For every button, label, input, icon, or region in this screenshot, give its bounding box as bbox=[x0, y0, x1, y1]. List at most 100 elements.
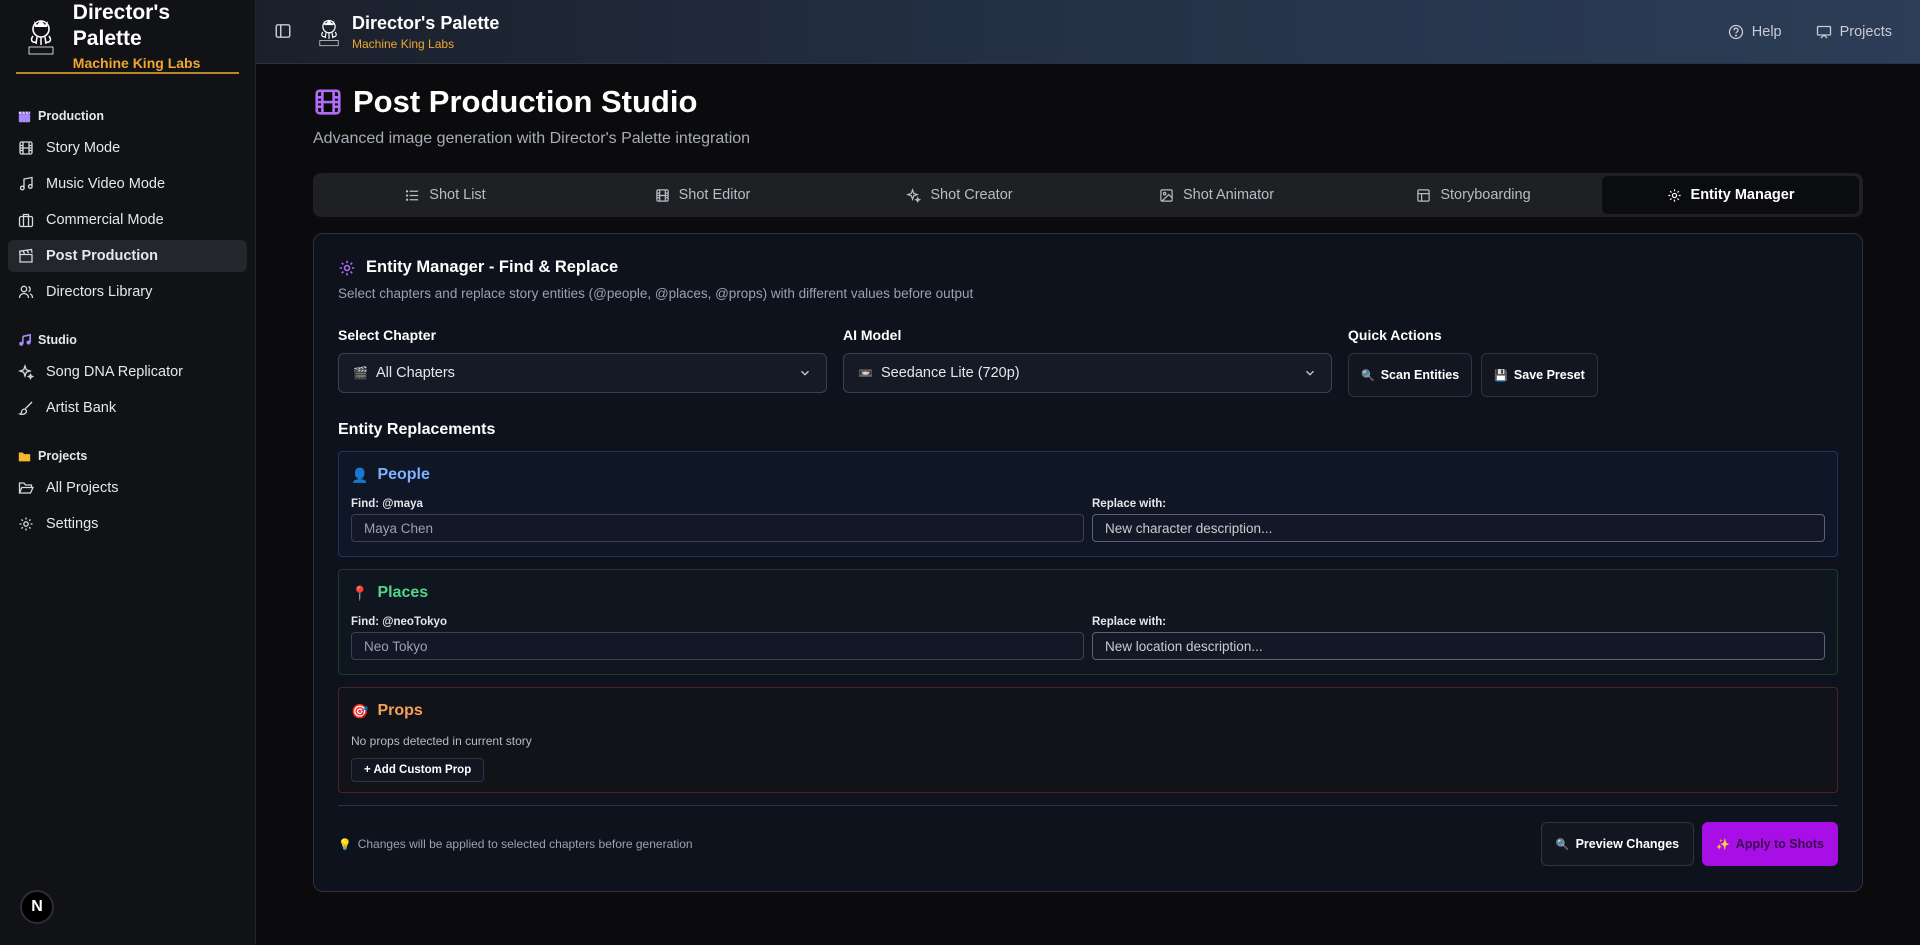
floppy-disk-icon: 💾 bbox=[1494, 369, 1508, 382]
sidebar-item-commercial-mode[interactable]: Commercial Mode bbox=[8, 204, 247, 236]
help-link[interactable]: Help bbox=[1728, 24, 1782, 40]
briefcase-icon bbox=[18, 213, 34, 228]
group-label-projects: Projects bbox=[8, 446, 247, 466]
sidebar-item-label: Commercial Mode bbox=[46, 212, 164, 228]
sidebar-item-label: Artist Bank bbox=[46, 400, 117, 416]
props-title: Props bbox=[377, 702, 423, 719]
sidebar-item-label: Settings bbox=[46, 516, 99, 532]
sidebar-item-post-production[interactable]: Post Production bbox=[8, 240, 247, 272]
preview-changes-button[interactable]: 🔍 Preview Changes bbox=[1540, 822, 1695, 866]
apply-to-shots-button[interactable]: ✨ Apply to Shots bbox=[1702, 822, 1838, 866]
app-title: Director's Palette bbox=[72, 1, 170, 50]
card-header: Entity Manager - Find & Replace bbox=[338, 258, 1838, 277]
sidebar-item-label: All Projects bbox=[46, 480, 119, 496]
select-chapter-label: Select Chapter bbox=[338, 327, 437, 343]
people-replace-input[interactable]: New character description... bbox=[1092, 514, 1825, 542]
sidebar-item-label: Directors Library bbox=[46, 284, 153, 300]
tip-text: 💡 Changes will be applied to selected ch… bbox=[338, 837, 693, 851]
people-find-label: Find: @maya bbox=[351, 498, 423, 510]
props-empty-text: No props detected in current story bbox=[351, 734, 532, 748]
page-title: Post Production Studio bbox=[313, 84, 1863, 120]
top-brand[interactable]: Director's Palette Machine King Labs bbox=[316, 12, 499, 52]
tab-entity-manager[interactable]: Entity Manager bbox=[1602, 176, 1859, 214]
target-icon: 🎯 bbox=[351, 702, 369, 719]
sidebar-item-directors-library[interactable]: Directors Library bbox=[8, 276, 247, 308]
tab-shot-animator[interactable]: Shot Animator bbox=[1088, 176, 1345, 214]
projects-link[interactable]: Projects bbox=[1816, 24, 1892, 40]
tab-storyboarding[interactable]: Storyboarding bbox=[1345, 176, 1602, 214]
logo-icon bbox=[316, 16, 342, 48]
card-title: Entity Manager - Find & Replace bbox=[366, 258, 619, 276]
scan-entities-button[interactable]: 🔍 Scan Entities bbox=[1348, 353, 1473, 397]
sidebar-item-artist-bank[interactable]: Artist Bank bbox=[8, 392, 247, 424]
ai-model-select[interactable]: 📼 Seedance Lite (720p) bbox=[843, 353, 1332, 393]
quick-actions-label: Quick Actions bbox=[1348, 327, 1442, 343]
logo-icon bbox=[24, 16, 59, 56]
person-icon: 👤 bbox=[351, 466, 369, 483]
tab-bar: Shot List Shot Editor Shot Creator Shot … bbox=[313, 173, 1863, 217]
people-replace-label: Replace with: bbox=[1092, 498, 1167, 510]
top-subtitle: Machine King Labs bbox=[352, 36, 455, 51]
sparkles-icon bbox=[906, 187, 922, 203]
places-title: Places bbox=[377, 584, 429, 601]
chapter-select[interactable]: 🎬 All Chapters bbox=[338, 353, 827, 393]
topbar: Director's Palette Machine King Labs Hel… bbox=[256, 0, 1920, 64]
clapperboard-icon bbox=[18, 248, 33, 263]
clapperboard-icon: 🎬 bbox=[353, 366, 368, 380]
page-subtitle: Advanced image generation with Director'… bbox=[313, 130, 751, 147]
props-section: 🎯 Props No props detected in current sto… bbox=[338, 687, 1838, 793]
ai-model-select-value: Seedance Lite (720p) bbox=[880, 365, 1020, 381]
tab-shot-creator[interactable]: Shot Creator bbox=[831, 176, 1088, 214]
sidebar: Director's Palette Machine King Labs Pro… bbox=[0, 0, 256, 945]
chapter-select-value: All Chapters bbox=[375, 365, 455, 381]
model-control: AI Model 📼 Seedance Lite (720p) bbox=[843, 327, 1332, 397]
search-icon: 🔍 bbox=[1361, 369, 1375, 382]
people-find-field: Maya Chen bbox=[351, 514, 1084, 542]
people-title: People bbox=[377, 466, 430, 483]
tab-shot-list[interactable]: Shot List bbox=[317, 176, 574, 214]
sidebar-item-settings[interactable]: Settings bbox=[8, 508, 247, 540]
sidebar-item-song-dna-replicator[interactable]: Song DNA Replicator bbox=[8, 356, 247, 388]
tab-shot-editor[interactable]: Shot Editor bbox=[574, 176, 831, 214]
brand-header[interactable]: Director's Palette Machine King Labs bbox=[16, 0, 239, 74]
add-custom-prop-button[interactable]: + Add Custom Prop bbox=[351, 758, 485, 782]
music-note-icon bbox=[18, 333, 31, 347]
top-title: Director's Palette bbox=[352, 12, 500, 33]
gear-icon bbox=[339, 260, 355, 275]
nav-group-projects: Projects All Projects Settings bbox=[0, 446, 255, 540]
film-icon bbox=[315, 89, 341, 115]
entity-manager-card: Entity Manager - Find & Replace Select c… bbox=[313, 233, 1863, 892]
group-label-studio: Studio bbox=[8, 330, 247, 350]
help-circle-icon bbox=[1728, 24, 1743, 39]
film-icon bbox=[655, 188, 669, 202]
sidebar-item-label: Music Video Mode bbox=[46, 176, 166, 192]
sidebar-item-label: Story Mode bbox=[46, 140, 121, 156]
sidebar-toggle-button[interactable] bbox=[274, 22, 294, 42]
sidebar-item-story-mode[interactable]: Story Mode bbox=[8, 132, 247, 164]
users-icon bbox=[18, 285, 34, 299]
sidebar-item-label: Post Production bbox=[46, 248, 158, 264]
people-section: 👤 People Find: @maya Maya Chen Replace w… bbox=[338, 451, 1838, 557]
list-icon bbox=[406, 189, 419, 201]
entity-replacements-heading: Entity Replacements bbox=[338, 421, 496, 438]
chevron-down-icon bbox=[801, 370, 809, 376]
places-replace-label: Replace with: bbox=[1092, 616, 1167, 628]
film-icon bbox=[19, 141, 33, 155]
save-preset-button[interactable]: 💾 Save Preset bbox=[1481, 353, 1598, 397]
nav-group-production: Production Story Mode Music Video Mode C… bbox=[0, 106, 255, 308]
places-find-field: Neo Tokyo bbox=[351, 632, 1084, 660]
page-title-text: Post Production Studio bbox=[353, 84, 698, 119]
sidebar-item-music-video-mode[interactable]: Music Video Mode bbox=[8, 168, 247, 200]
layout-icon bbox=[1417, 188, 1431, 202]
sidebar-item-all-projects[interactable]: All Projects bbox=[8, 472, 247, 504]
quick-actions: Quick Actions 🔍 Scan Entities 💾 Save Pre… bbox=[1348, 327, 1598, 397]
chevron-down-icon bbox=[1306, 370, 1314, 376]
chapter-control: Select Chapter 🎬 All Chapters bbox=[338, 327, 827, 397]
main-content: Post Production Studio Advanced image ge… bbox=[313, 64, 1863, 892]
sparkles-icon: ✨ bbox=[1716, 838, 1730, 851]
user-avatar[interactable]: N bbox=[20, 890, 54, 924]
sparkles-icon bbox=[18, 364, 34, 380]
card-description: Select chapters and replace story entiti… bbox=[338, 286, 974, 301]
app-subtitle: Machine King Labs bbox=[72, 55, 201, 71]
places-replace-input[interactable]: New location description... bbox=[1092, 632, 1825, 660]
